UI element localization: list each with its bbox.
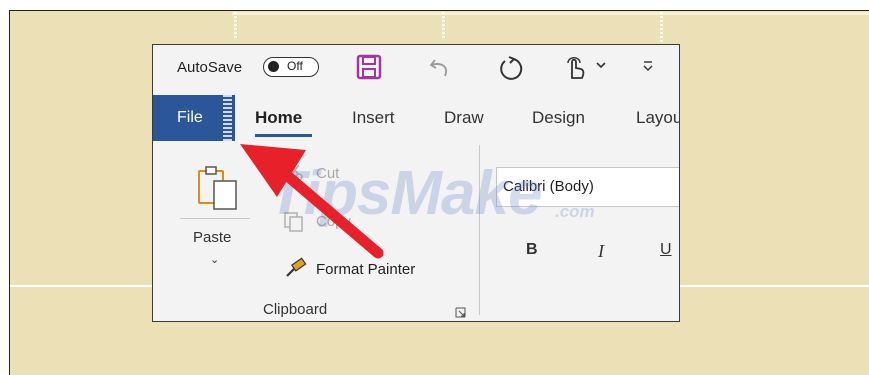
red-arrow-pointer (240, 144, 384, 259)
